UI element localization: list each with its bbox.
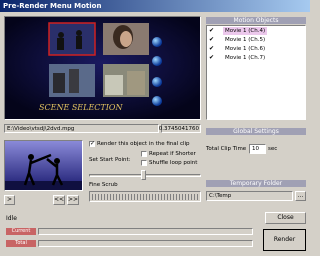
motion-object-item[interactable]: ✔ Movie 1 (Ch.4) xyxy=(209,27,308,35)
rewind-label: << xyxy=(54,196,65,203)
button-orb xyxy=(152,37,162,47)
play-label: > xyxy=(6,196,13,203)
forward-label: >> xyxy=(68,196,79,203)
checkmark-icon[interactable]: ✔ xyxy=(209,27,217,35)
total-clip-time-label: Total Clip Time xyxy=(206,146,247,152)
browse-label: ... xyxy=(297,192,304,199)
temporary-folder-header: Temporary Folder xyxy=(206,180,306,187)
button-orb xyxy=(152,77,162,87)
clip-preview xyxy=(4,140,83,191)
set-start-point-label: Set Start Point: xyxy=(89,157,131,163)
idle-status: Idle xyxy=(6,215,17,222)
temp-folder-path: C:\Temp xyxy=(209,193,232,199)
global-settings-header: Global Settings xyxy=(206,128,306,135)
motion-object-item[interactable]: ✔ Movie 1 (Ch.7) xyxy=(209,54,308,62)
temp-folder-input[interactable]: C:\Temp xyxy=(206,191,293,201)
total-progress-bar xyxy=(38,240,253,247)
render-object-checkbox[interactable] xyxy=(89,140,95,148)
total-progress-label: Total xyxy=(6,240,36,247)
render-label: Render xyxy=(273,236,296,243)
time-readout: 0.3745041760 xyxy=(158,126,199,132)
render-button[interactable]: Render xyxy=(263,229,306,251)
fencing-clip-preview xyxy=(5,141,82,190)
sec-unit-label: sec xyxy=(268,146,278,152)
checkmark-icon[interactable]: ✔ xyxy=(209,54,217,62)
forward-button[interactable]: >> xyxy=(67,195,79,205)
pre-render-window: Pre-Render Menu Motion SCENE SELECTION E… xyxy=(0,0,310,256)
checkmark-icon[interactable]: ✔ xyxy=(209,45,217,53)
current-progress-bar xyxy=(38,228,253,235)
browse-folder-button[interactable]: ... xyxy=(295,191,306,201)
scene-selection-caption: SCENE SELECTION xyxy=(39,103,123,112)
window-title: Pre-Render Menu Motion xyxy=(0,0,310,12)
motion-objects-header: Motion Objects xyxy=(206,17,306,24)
current-progress-label: Current xyxy=(6,228,36,235)
motion-object-label: Movie 1 (Ch.7) xyxy=(225,55,266,61)
time-readout-field: 0.3745041760 xyxy=(158,124,201,133)
dvd-menu-preview: SCENE SELECTION xyxy=(5,17,200,119)
start-point-slider[interactable] xyxy=(89,170,201,180)
motion-object-item[interactable]: ✔ Movie 1 (Ch.5) xyxy=(209,36,308,44)
motion-object-item[interactable]: ✔ Movie 1 (Ch.6) xyxy=(209,45,308,53)
motion-objects-list[interactable]: ✔ Movie 1 (Ch.4) ✔ Movie 1 (Ch.5) ✔ Movie 1 (… xyxy=(206,25,306,120)
button-orb xyxy=(152,96,162,106)
fine-scrub-ticks xyxy=(92,194,198,200)
repeat-label: Repeat if Shorter xyxy=(149,151,196,157)
thumbnail-ch4 xyxy=(48,22,96,56)
file-path-text: E:\Video\vtsdj\2dvd.mpg xyxy=(7,126,75,132)
close-label: Close xyxy=(277,214,294,221)
checkmark-icon[interactable]: ✔ xyxy=(209,36,217,44)
button-orb xyxy=(152,56,162,66)
fine-scrub-control[interactable] xyxy=(89,191,201,202)
rewind-button[interactable]: << xyxy=(53,195,65,205)
shuffle-checkbox[interactable] xyxy=(141,160,147,166)
motion-object-label: Movie 1 (Ch.5) xyxy=(225,37,266,43)
total-clip-time-input[interactable]: 10 xyxy=(249,144,266,154)
close-button[interactable]: Close xyxy=(265,212,306,224)
play-button[interactable]: > xyxy=(4,195,15,205)
repeat-checkbox[interactable] xyxy=(141,151,147,157)
slider-thumb[interactable] xyxy=(141,170,146,180)
preview-panel: SCENE SELECTION xyxy=(4,16,201,120)
render-object-label: Render this object in the final clip xyxy=(97,141,190,147)
motion-object-label: Movie 1 (Ch.4) xyxy=(223,27,268,35)
shuffle-label: Shuffle loop point xyxy=(149,160,198,166)
total-clip-time-value: 10 xyxy=(252,146,259,152)
file-path-field: E:\Video\vtsdj\2dvd.mpg xyxy=(4,124,159,133)
motion-object-label: Movie 1 (Ch.6) xyxy=(225,46,266,52)
fine-scrub-label: Fine Scrub xyxy=(89,182,118,188)
